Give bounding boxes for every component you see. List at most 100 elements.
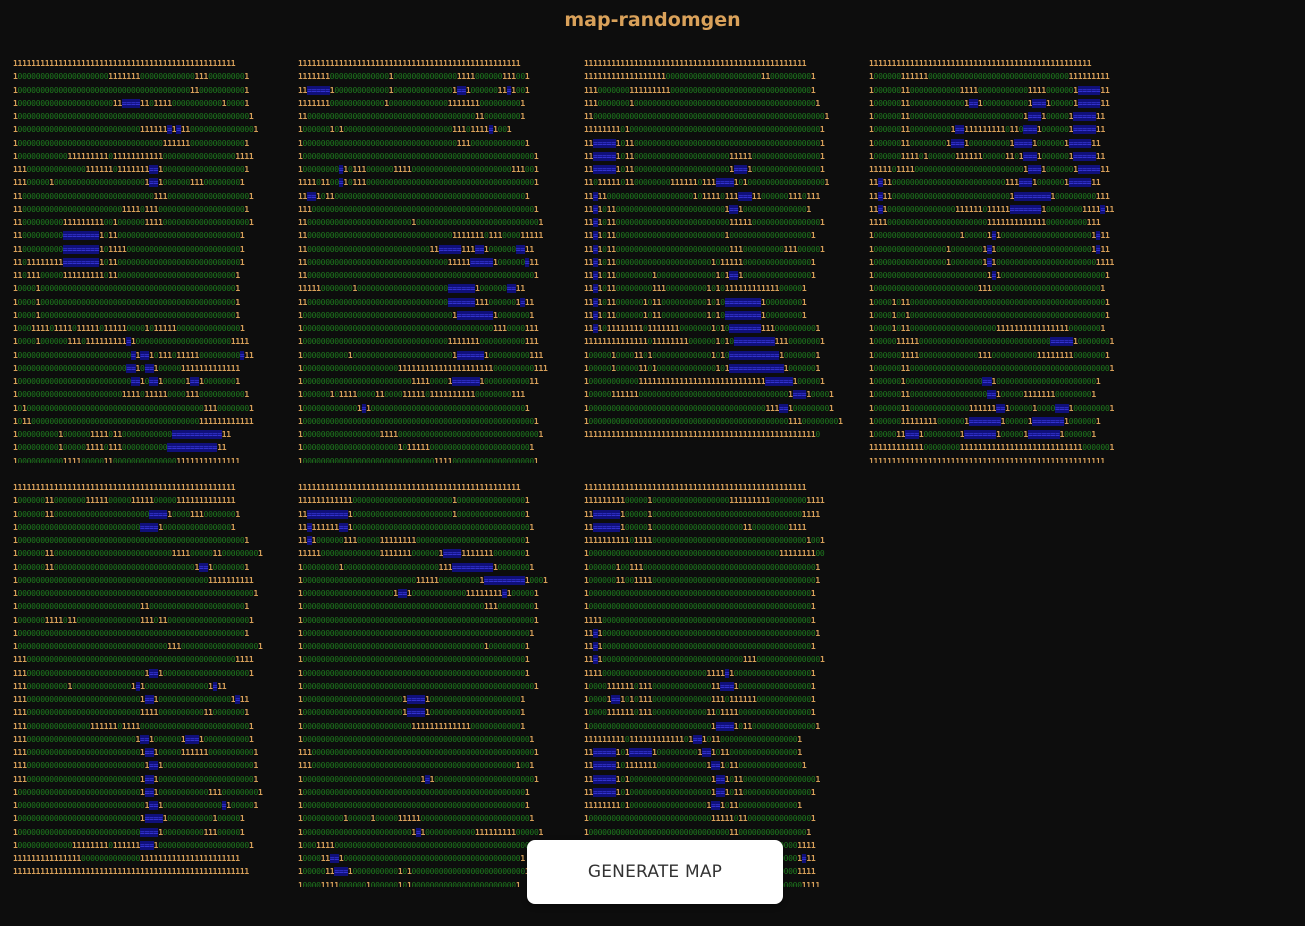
- map-row: 111111111011111111111101==10110000000000…: [584, 734, 802, 744]
- map-row: 1011000000000000000000000000000000000000…: [13, 416, 254, 426]
- map-row: 11=10110000000000000000000000001==100000…: [584, 204, 811, 214]
- map-row: 1110000000000000000000000000000000000000…: [298, 761, 534, 771]
- map-row: 1000000000000000000000000000111111=1=110…: [13, 125, 259, 135]
- map-row: 1111111101000000000000000001==1011000000…: [584, 801, 802, 810]
- map-row: 1000000000000000000000000000000000000000…: [584, 416, 843, 426]
- map-row: 1000000101111000011000011111011111111110…: [298, 390, 525, 400]
- map-row: 1000000000000000000000000000000000000000…: [298, 668, 530, 678]
- map-row: 11=10110000000010000000000000101==100000…: [584, 271, 816, 280]
- map-row: 1000000000000000001111000000000000000000…: [298, 430, 544, 439]
- map-row: 1000000111101000000111111000001101===100…: [869, 151, 1105, 161]
- map-row: 1000000000011110000011000000000000001111…: [13, 456, 240, 464]
- map-grid: 1111111111111111111111111111111111111111…: [13, 481, 283, 887]
- map-row: 1000000000001111111110111111111110000000…: [13, 151, 254, 161]
- map-row: 1000000000000111111110111111===100000000…: [13, 840, 254, 850]
- map-row: 1000000110000000000001==100000000001===1…: [869, 98, 1110, 108]
- map-row: 11111000000000000011111110000001====1111…: [298, 549, 530, 559]
- map-row: 1000000000000000000000000000000000000000…: [584, 403, 834, 413]
- map-row: 1000000001000000000000000000000111======…: [298, 562, 534, 572]
- map-row: 10000000000000000000000000=1==1011101111…: [13, 350, 254, 360]
- map-row: 1111000000000000000000000001111=10000000…: [584, 668, 816, 678]
- map-row: 1111111110000010000000000000000011111111…: [584, 496, 825, 506]
- map-row: 1111111111111111111111111111111111111111…: [584, 483, 807, 492]
- map-row: 11000000000========101111000000000000000…: [13, 244, 245, 254]
- map-row: 1111000000000000000000000000000000000000…: [584, 615, 816, 625]
- map-row: 1010000000000000000000000000000000000000…: [13, 403, 254, 413]
- map-row: 100001==10101110000000000000111011111100…: [584, 695, 816, 704]
- map-row: 1111111111111111111111111111111111111111…: [298, 483, 521, 492]
- map-row: 1111111101000000000000000000000000000000…: [584, 125, 825, 135]
- map-row: 1000000000000000000000001111011111000011…: [13, 390, 249, 400]
- map-grid: 1111111111111111111111111111111111111111…: [13, 57, 283, 463]
- generate-map-button[interactable]: GENERATE MAP: [527, 840, 783, 904]
- map-row: 11=1011000000001110000000001010111111111…: [584, 284, 807, 294]
- map-row: 11=====101=====10000000001==101100000000…: [584, 748, 802, 757]
- map-row: 10000000001000000111101100000000000=====…: [13, 430, 231, 439]
- map-row: 10000000000000000000000000001====1011000…: [584, 721, 820, 731]
- map-row: 100000000000000000000000000001==10000000…: [13, 801, 259, 810]
- map-row: 1111111111111111111111111111111111111111…: [13, 59, 236, 68]
- map-row: 1000000000100000111101110000000000======…: [13, 443, 227, 453]
- map-row: 1000000000000000000000000000000000000000…: [584, 549, 825, 559]
- map-row: 1000000000000000000000000000000000000000…: [584, 589, 816, 598]
- map-row: 1110000000000000000000000000111100000000…: [13, 708, 249, 718]
- map-row: 1000000100000000000000000==1000000000000…: [869, 377, 1101, 386]
- map-row: 111000000000000000000000000001==10000000…: [13, 761, 259, 771]
- map-row: 1000111101111011111011111000010111110000…: [13, 324, 245, 333]
- map-row: 1111000000000000000000000011111111111110…: [869, 218, 1101, 227]
- map-row: 11=====101100000000000000000000011111000…: [584, 151, 825, 161]
- map-row: 1111111111111111111111111111111111111111…: [869, 59, 1092, 68]
- map-row: 111000000000000000000000000001==10000000…: [13, 668, 254, 678]
- map-row: 1000000100111000000000000000000000000000…: [584, 562, 820, 572]
- map-row: 1100000000000000000000000000000000000001…: [298, 112, 525, 121]
- map-row: 1000000000000000000000000000000000000000…: [13, 575, 254, 585]
- map-row: 110000000000000000000000000000000======1…: [298, 297, 534, 307]
- map-row: 11=1011000000101100000000001010========1…: [584, 310, 807, 320]
- map-row: 11000000000========101100000000000000000…: [13, 231, 245, 241]
- map-row: 11=1100000000000000000001011110111===110…: [584, 191, 820, 201]
- map-row: 1000010110000000000000000000111111111111…: [869, 324, 1105, 333]
- map-row: 11=========10000000000000000000000100000…: [298, 509, 530, 519]
- map-row: 11=1000000000000000000000000000000000000…: [584, 642, 816, 651]
- map-row: 11100000000000000000000000001==100000000…: [13, 774, 259, 784]
- map-row: 11011111111========101100000000000000000…: [13, 257, 245, 267]
- map-row: 111111111111110111111110000001010=======…: [584, 337, 825, 347]
- map-row: 10000000000000000000000000000000001=====…: [298, 310, 534, 320]
- map-row: 1000000000000000000000000000000000000000…: [298, 602, 539, 612]
- map-row: 11=1000000111000001111111100000000000000…: [298, 536, 530, 545]
- map-row: 1000000000000000000000000000000000000000…: [298, 628, 534, 638]
- map-row: 1000000000000000000000000000000000111000…: [13, 642, 263, 651]
- map-row: 1000000000000000000000000000000000000000…: [298, 642, 530, 651]
- map-row: 1000000000000000000000111111111111111111…: [298, 363, 548, 373]
- map-row: 1000000110000000000011110000000000011110…: [869, 85, 1110, 95]
- map-row: 1000000000001111111111111111111111111111…: [584, 377, 825, 386]
- map-row: 10000000000000000000000000001==100000000…: [13, 787, 263, 797]
- map-row: 1000010000000000000000000000000000000000…: [13, 297, 240, 307]
- map-row: 1000000000000000000001==1000000000000111…: [298, 589, 539, 598]
- map-row: 10000000000000000000000000==10==1000001=…: [13, 377, 240, 386]
- map-row: 1110000000000000000000000001==10000001==…: [13, 734, 254, 744]
- map-row: 1111111111111111111111111111111111111111…: [869, 456, 1105, 464]
- map-row: 1000000000000000000000000000000000000000…: [298, 787, 530, 797]
- map-row: 10000000000001=1000000000000000000000000…: [298, 403, 530, 413]
- map-row: 1100000000000000000000000000000000000000…: [584, 112, 829, 121]
- map-row: 1111111111111111111111111111111111111111…: [298, 59, 521, 68]
- map-row: 11======10000010000000000000000000011000…: [584, 522, 807, 532]
- map-row: 11100000000000000000000000001==100000111…: [13, 748, 259, 757]
- map-row: 1110000000111111111000000000000000000000…: [584, 85, 816, 95]
- map-row: 1000000111111110000001=======1000001====…: [869, 416, 1101, 426]
- app-title: map-randomgen: [564, 9, 741, 31]
- map-row: 1000000110000000000000000000000000011110…: [13, 549, 263, 559]
- map-row: 11=====101100000000000000000000000000000…: [584, 138, 825, 148]
- map-row: 1000000000000000000000000000000000000000…: [298, 615, 539, 625]
- map-row: 1000000000000000000000001110000000000000…: [869, 284, 1105, 294]
- map-row: 1000000000100000100000111110000000000000…: [298, 814, 534, 824]
- map-row: 10000001100000000000000000==100000111111…: [869, 390, 1096, 400]
- map-row: 11=1000000000000000000000000000000000000…: [584, 628, 820, 638]
- map-row: 11111011110000000000000000000000001===10…: [869, 165, 1110, 174]
- map-row: 1111111111111111111111111111111111111111…: [13, 867, 249, 877]
- map-row: 11=====10110000000000000000000001===1000…: [584, 165, 825, 174]
- map-row: 1111111111110000000011111111111111111111…: [869, 443, 1114, 453]
- map-row: 1000000000000000000000000011111000000000…: [298, 575, 548, 585]
- map-grid: 1111111111111111111111111111111111111111…: [298, 481, 568, 887]
